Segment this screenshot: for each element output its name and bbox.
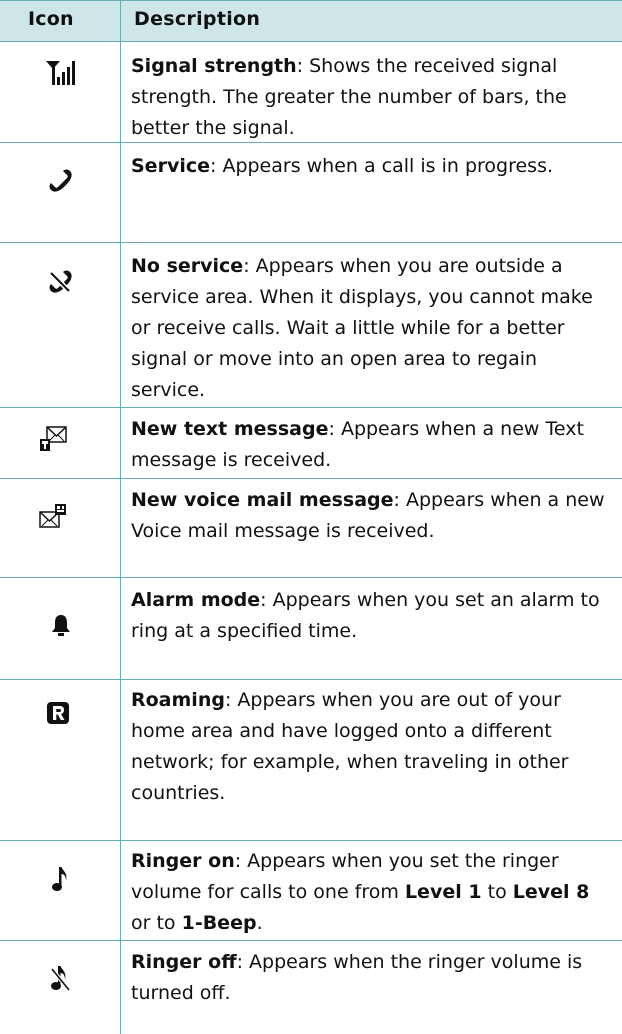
signal-strength-icon	[46, 58, 80, 88]
table-header: Icon Description	[0, 0, 622, 42]
list-item: New text message: Appears when a new Tex…	[131, 414, 611, 476]
item-text: : Appears when a call is in progress.	[210, 155, 554, 177]
row-divider	[0, 407, 622, 408]
header-icon-column: Icon	[28, 8, 74, 30]
roaming-icon	[46, 701, 70, 725]
list-item: No service: Appears when you are outside…	[131, 251, 611, 406]
list-item: Signal strength: Shows the received sign…	[131, 51, 611, 144]
list-item: Ringer off: Appears when the ringer volu…	[131, 947, 611, 1009]
header-description-column: Description	[134, 8, 261, 30]
row-divider	[0, 242, 622, 243]
column-divider	[120, 0, 121, 1034]
list-item: Roaming: Appears when you are out of you…	[131, 685, 611, 809]
item-title: Roaming	[131, 689, 225, 711]
list-item: Service: Appears when a call is in progr…	[131, 151, 611, 182]
row-divider	[0, 679, 622, 680]
row-divider	[0, 478, 622, 479]
item-text: .	[256, 912, 263, 934]
item-title: No service	[131, 255, 244, 277]
no-service-icon	[48, 269, 74, 295]
item-title: Ringer on	[131, 850, 235, 872]
row-divider	[0, 577, 622, 578]
new-text-message-icon	[38, 425, 68, 453]
phone-handset-icon	[48, 168, 74, 194]
item-bold-text: 1-Beep	[181, 912, 257, 934]
item-title: Signal strength	[131, 55, 297, 77]
list-item: Alarm mode: Appears when you set an alar…	[131, 585, 611, 647]
item-text: or to	[131, 912, 182, 934]
alarm-bell-icon	[51, 614, 71, 638]
item-bold-text: Level 1	[404, 881, 482, 903]
item-title: New voice mail message	[131, 489, 394, 511]
list-item: Ringer on: Appears when you set the ring…	[131, 846, 611, 939]
item-bold-text: Level 8	[512, 881, 590, 903]
ringer-off-icon	[49, 964, 73, 994]
item-title: Service	[131, 155, 210, 177]
new-voice-mail-icon	[38, 502, 68, 530]
item-title: Ringer off	[131, 951, 237, 973]
item-text: to	[481, 881, 513, 903]
ringer-on-icon	[51, 865, 69, 895]
item-title: Alarm mode	[131, 589, 261, 611]
item-title: New text message	[131, 418, 329, 440]
row-divider	[0, 840, 622, 841]
row-divider	[0, 940, 622, 941]
list-item: New voice mail message: Appears when a n…	[131, 485, 611, 547]
